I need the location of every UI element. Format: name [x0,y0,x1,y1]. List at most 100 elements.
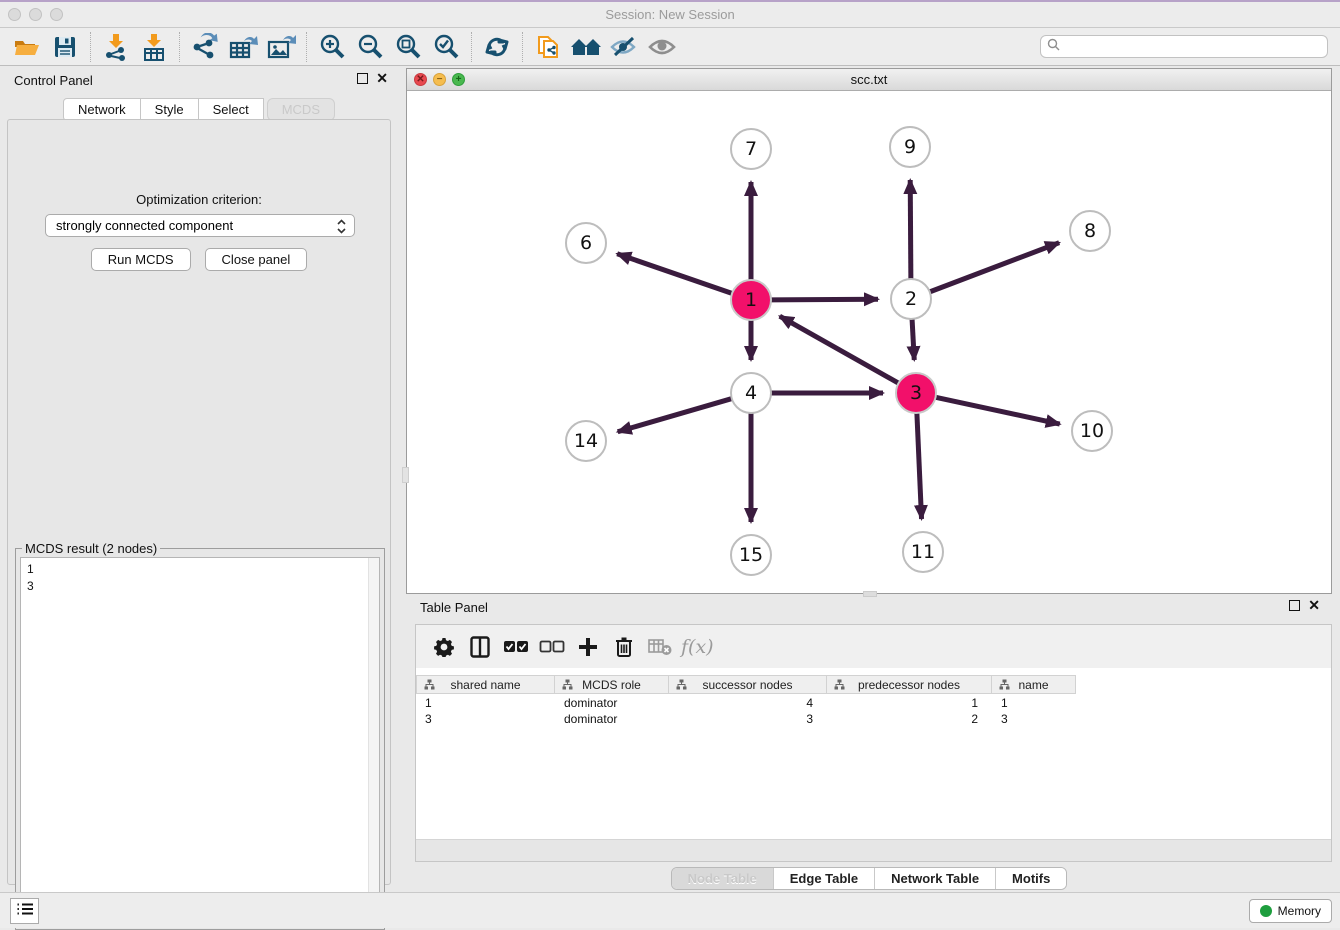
table-cell[interactable]: 1 [416,695,555,711]
show-eye-icon[interactable] [645,32,679,62]
zoom-fit-icon[interactable] [391,32,425,62]
column-header-predecessor-nodes[interactable]: predecessor nodes [827,675,992,694]
import-table-icon[interactable] [137,32,171,62]
dropdown-value: strongly connected component [56,218,233,233]
table-cell[interactable]: 1 [992,695,1076,711]
edge-1-6[interactable] [617,254,733,294]
zoom-selected-icon[interactable] [429,32,463,62]
splitpane-grip[interactable] [402,467,409,483]
tab-style[interactable]: Style [141,98,199,121]
copy-network-icon[interactable] [531,32,565,62]
optimization-criterion-label: Optimization criterion: [8,192,390,207]
result-scrollbar[interactable] [368,558,379,923]
mcds-result-title: MCDS result (2 nodes) [22,541,160,556]
export-network-icon[interactable] [188,32,222,62]
network-window-titlebar[interactable]: ✕ − + scc.txt [407,69,1331,91]
close-panel-icon[interactable]: ✕ [376,73,388,84]
tab-select[interactable]: Select [199,98,264,121]
svg-text:f(x): f(x) [679,636,713,658]
tab-network-table[interactable]: Network Table [874,868,995,889]
task-history-button[interactable] [10,898,39,924]
table-cell[interactable]: dominator [555,695,669,711]
edge-4-14[interactable] [618,398,733,431]
network-canvas[interactable]: 1 2 3 4 6 7 8 9 10 11 14 15 [407,91,1331,593]
save-icon[interactable] [48,32,82,62]
column-header-MCDS-role[interactable]: MCDS role [555,675,669,694]
tab-network[interactable]: Network [63,98,141,121]
edge-2-8[interactable] [929,243,1059,293]
table-cell[interactable]: 1 [827,695,992,711]
zoom-in-icon[interactable] [315,32,349,62]
tab-node-table[interactable]: Node Table [672,868,773,889]
hide-eye-icon[interactable] [607,32,641,62]
table-row[interactable]: 3dominator323 [416,711,1076,727]
table-scroll-strip [416,839,1331,861]
close-panel-button[interactable]: Close panel [205,248,308,271]
graph-node-14[interactable]: 14 [565,420,607,462]
mcds-pane: Optimization criterion: strongly connect… [7,119,391,885]
memory-status-icon [1260,905,1272,917]
graph-node-7[interactable]: 7 [730,128,772,170]
table-cell[interactable]: 3 [416,711,555,727]
add-column-icon[interactable] [570,632,606,662]
application-window: Session: New Session Control Panel ✕ Net… [0,0,1340,926]
trash-icon[interactable] [606,632,642,662]
tab-edge-table[interactable]: Edge Table [773,868,874,889]
edge-3-11[interactable] [917,412,922,519]
export-image-icon[interactable] [264,32,298,62]
search-box[interactable] [1040,35,1328,58]
edge-2-3[interactable] [912,318,914,360]
tab-motifs[interactable]: Motifs [995,868,1066,889]
table-header-row: shared nameMCDS rolesuccessor nodesprede… [416,675,1076,694]
graph-node-1[interactable]: 1 [730,279,772,321]
tab-mcds[interactable]: MCDS [267,98,335,121]
table-row[interactable]: 1dominator411 [416,695,1076,711]
list-icon [17,902,33,921]
table-cell[interactable]: 3 [669,711,827,727]
edge-1-2[interactable] [770,299,878,300]
run-mcds-button[interactable]: Run MCDS [91,248,191,271]
gear-icon[interactable] [426,632,462,662]
table-cell[interactable]: 4 [669,695,827,711]
column-header-shared-name[interactable]: shared name [416,675,555,694]
mcds-result-text: 1 3 [27,561,34,595]
zoom-out-icon[interactable] [353,32,387,62]
edge-2-9[interactable] [910,180,911,280]
graph-node-11[interactable]: 11 [902,531,944,573]
table-cell[interactable]: dominator [555,711,669,727]
open-folder-icon[interactable] [10,32,44,62]
import-network-icon[interactable] [99,32,133,62]
float-panel-icon[interactable] [357,73,368,84]
graph-node-3[interactable]: 3 [895,372,937,414]
memory-button[interactable]: Memory [1249,899,1332,923]
toolbar-separator [179,32,180,62]
mcds-result-area[interactable]: 1 3 [20,557,380,924]
edge-3-10[interactable] [935,397,1060,424]
control-panel-title: Control Panel [14,73,93,88]
deselect-all-icon[interactable] [534,632,570,662]
table-cell[interactable]: 3 [992,711,1076,727]
column-header-name[interactable]: name [992,675,1076,694]
table-cell[interactable]: 2 [827,711,992,727]
column-header-successor-nodes[interactable]: successor nodes [669,675,827,694]
graph-node-4[interactable]: 4 [730,372,772,414]
graph-node-6[interactable]: 6 [565,222,607,264]
search-input[interactable] [1064,40,1321,54]
optimization-criterion-dropdown[interactable]: strongly connected component [45,214,355,237]
graph-node-10[interactable]: 10 [1071,410,1113,452]
table-float-panel-icon[interactable] [1289,600,1300,611]
home-icon[interactable] [569,32,603,62]
graph-node-9[interactable]: 9 [889,126,931,168]
graph-node-8[interactable]: 8 [1069,210,1111,252]
graph-node-2[interactable]: 2 [890,278,932,320]
refresh-icon[interactable] [480,32,514,62]
column-panel-icon[interactable] [462,632,498,662]
table-close-panel-icon[interactable]: ✕ [1308,600,1320,611]
toolbar-separator [471,32,472,62]
graph-node-15[interactable]: 15 [730,534,772,576]
edge-3-1[interactable] [780,316,900,383]
memory-label: Memory [1278,904,1321,918]
select-all-icon[interactable] [498,632,534,662]
export-table-icon[interactable] [226,32,260,62]
main-toolbar [0,28,1340,66]
